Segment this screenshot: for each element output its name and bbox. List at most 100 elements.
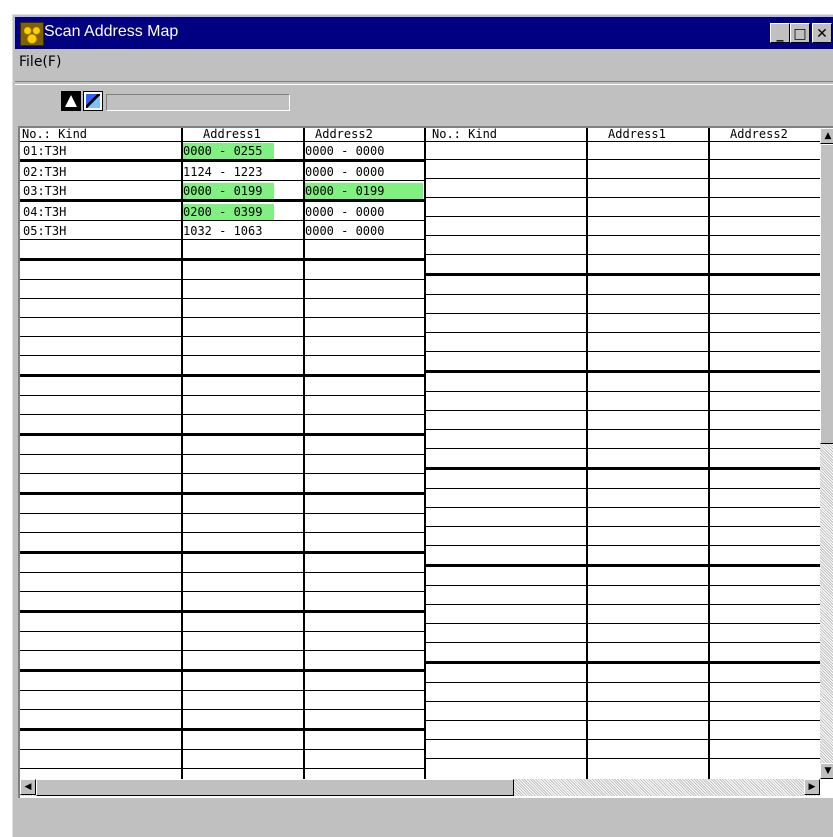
- horizontal-scroll-thumb[interactable]: [36, 779, 514, 796]
- cell-kind: 04:T3H: [23, 205, 67, 219]
- table-row[interactable]: [20, 475, 426, 495]
- table-row[interactable]: [20, 416, 426, 436]
- table-row[interactable]: [426, 315, 820, 333]
- table-row[interactable]: [426, 431, 820, 449]
- horizontal-scrollbar[interactable]: ◀ ▶: [20, 779, 820, 796]
- column-header-kind[interactable]: No.: Kind: [432, 128, 497, 141]
- vertical-scrollbar[interactable]: ▲ ▼: [820, 128, 833, 779]
- right-panel: No.: Kind Address1 Address2: [426, 128, 820, 779]
- table-row[interactable]: 02:T3H 1124 - 1223 0000 - 0000: [20, 163, 426, 181]
- column-header-address2[interactable]: Address2: [315, 128, 373, 141]
- column-header-address2[interactable]: Address2: [730, 128, 788, 141]
- cell-address2: 0000 - 0000: [305, 224, 385, 238]
- table-row[interactable]: [20, 456, 426, 474]
- column-divider: [181, 128, 183, 779]
- table-row[interactable]: [20, 732, 426, 750]
- table-row[interactable]: [20, 555, 426, 573]
- table-row[interactable]: [426, 684, 820, 702]
- table-row[interactable]: [20, 319, 426, 337]
- table-row[interactable]: [426, 237, 820, 255]
- table-row[interactable]: [20, 378, 426, 396]
- table-row[interactable]: [426, 528, 820, 546]
- column-header-address1[interactable]: Address1: [608, 128, 666, 141]
- table-row[interactable]: [20, 338, 426, 356]
- column-header-address1[interactable]: Address1: [203, 128, 261, 141]
- table-row[interactable]: [20, 515, 426, 533]
- run-icon[interactable]: [61, 91, 81, 111]
- table-row[interactable]: [426, 644, 820, 664]
- table-row[interactable]: [426, 199, 820, 217]
- vertical-scroll-thumb[interactable]: [820, 144, 833, 444]
- menu-file[interactable]: File(F): [19, 54, 61, 70]
- table-row[interactable]: [20, 673, 426, 691]
- table-row[interactable]: [426, 161, 820, 179]
- table-row[interactable]: [426, 722, 820, 740]
- table-row[interactable]: [426, 703, 820, 721]
- table-row[interactable]: [426, 490, 820, 508]
- table-row[interactable]: [426, 374, 820, 392]
- table-row[interactable]: [426, 412, 820, 430]
- table-row[interactable]: [20, 751, 426, 769]
- table-row[interactable]: [426, 142, 820, 160]
- table-row[interactable]: 04:T3H 0200 - 0399 0000 - 0000: [20, 203, 426, 221]
- table-row[interactable]: [20, 614, 426, 632]
- scroll-right-icon[interactable]: ▶: [804, 779, 820, 795]
- table-row[interactable]: [426, 587, 820, 605]
- map-icon[interactable]: [83, 91, 103, 111]
- table-row[interactable]: [426, 218, 820, 236]
- table-row[interactable]: 03:T3H 0000 - 0199 0000 - 0199: [20, 182, 426, 202]
- table-row[interactable]: [20, 241, 426, 261]
- table-row[interactable]: [20, 397, 426, 415]
- column-divider: [708, 128, 710, 779]
- title-bar[interactable]: Scan Address Map _ □ ✕: [15, 17, 833, 49]
- table-row[interactable]: [426, 625, 820, 643]
- status-bar: [15, 801, 833, 837]
- table-row[interactable]: 05:T3H 1032 - 1063 0000 - 0000: [20, 222, 426, 240]
- table-row[interactable]: [20, 357, 426, 377]
- table-row[interactable]: [20, 300, 426, 318]
- table-row[interactable]: [426, 256, 820, 276]
- table-row[interactable]: [426, 393, 820, 411]
- table-row[interactable]: [426, 277, 820, 295]
- table-row[interactable]: [426, 334, 820, 352]
- maximize-button[interactable]: □: [790, 23, 810, 43]
- table-row[interactable]: [20, 281, 426, 299]
- column-header-kind[interactable]: No.: Kind: [22, 128, 87, 141]
- app-icon[interactable]: [20, 22, 44, 46]
- table-row[interactable]: [426, 471, 820, 489]
- scroll-down-icon[interactable]: ▼: [820, 763, 833, 779]
- table-row[interactable]: [20, 692, 426, 710]
- table-row[interactable]: [426, 509, 820, 527]
- table-row[interactable]: [426, 741, 820, 759]
- cell-address1: 0000 - 0199: [183, 183, 274, 199]
- table-row[interactable]: [20, 633, 426, 651]
- table-row[interactable]: [426, 606, 820, 624]
- table-row[interactable]: [426, 665, 820, 683]
- minimize-button[interactable]: _: [770, 23, 790, 43]
- table-row[interactable]: [426, 180, 820, 198]
- table-row[interactable]: [20, 574, 426, 592]
- table-row[interactable]: [426, 296, 820, 314]
- table-row[interactable]: 01:T3H 0000 - 0255 0000 - 0000: [20, 142, 426, 162]
- close-button[interactable]: ✕: [812, 23, 832, 43]
- column-divider: [303, 128, 305, 779]
- table-row[interactable]: [20, 437, 426, 455]
- table-row[interactable]: [20, 496, 426, 514]
- cell-address1: 0000 - 0255: [183, 143, 274, 159]
- cell-address2: 0000 - 0000: [305, 205, 385, 219]
- table-row[interactable]: [426, 568, 820, 586]
- cell-kind: 02:T3H: [23, 165, 67, 179]
- table-row[interactable]: [426, 450, 820, 470]
- table-row[interactable]: [426, 547, 820, 567]
- scroll-left-icon[interactable]: ◀: [20, 779, 36, 795]
- table-row[interactable]: [426, 353, 820, 373]
- table-row[interactable]: [20, 262, 426, 280]
- window-title: Scan Address Map: [44, 23, 179, 40]
- scroll-up-icon[interactable]: ▲: [820, 128, 833, 144]
- table-row[interactable]: [20, 593, 426, 613]
- toolbar-divider: [15, 81, 833, 85]
- table-row[interactable]: [20, 711, 426, 731]
- table-row[interactable]: [20, 652, 426, 672]
- cell-address2: 0000 - 0199: [305, 183, 423, 199]
- table-row[interactable]: [20, 534, 426, 554]
